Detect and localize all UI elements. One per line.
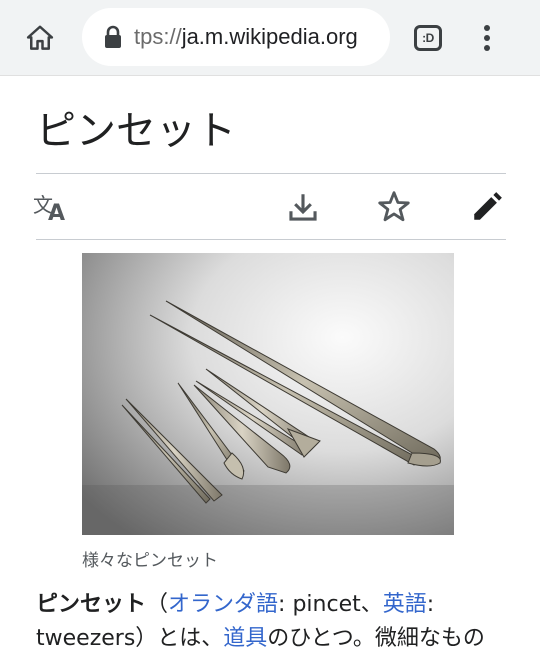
page-title: ピンセット xyxy=(36,108,236,154)
url-host: ja.m.wikipedia.org xyxy=(181,24,358,49)
translate-icon: 文 A xyxy=(33,193,65,224)
svg-text:A: A xyxy=(48,201,65,224)
watch-star-button[interactable] xyxy=(373,186,415,228)
text-dutch: : pincet、 xyxy=(278,592,383,617)
term-bold: ピンセット xyxy=(36,592,147,617)
language-button[interactable]: 文 A xyxy=(32,186,74,228)
text-rest: のひとつ。微細なもの xyxy=(267,626,485,651)
tab-switcher-button[interactable]: :D xyxy=(410,22,446,54)
link-tool[interactable]: 道具 xyxy=(223,626,267,651)
url-text: tps://ja.m.wikipedia.org xyxy=(134,24,358,50)
home-icon xyxy=(26,25,54,50)
paren-open: （ xyxy=(146,592,169,617)
tweezers-photo xyxy=(82,253,454,535)
image-caption: 様々なピンセット xyxy=(82,551,218,571)
address-bar[interactable]: tps://ja.m.wikipedia.org xyxy=(82,8,390,66)
tab-switcher-icon: :D xyxy=(414,25,442,51)
home-button[interactable] xyxy=(18,16,62,60)
article-image[interactable] xyxy=(82,253,454,535)
lock-icon xyxy=(105,25,121,48)
pencil-icon xyxy=(474,192,502,220)
text-tweezers: tweezers）とは、 xyxy=(36,626,224,651)
edit-button[interactable] xyxy=(466,186,508,228)
link-dutch[interactable]: オランダ語 xyxy=(168,592,278,617)
url-scheme: tps:// xyxy=(134,24,182,49)
more-vert-icon xyxy=(484,25,490,51)
download-button[interactable] xyxy=(282,186,324,228)
link-english[interactable]: 英語 xyxy=(383,592,427,617)
download-icon xyxy=(289,194,317,221)
page-actions-bar: 文 A xyxy=(33,178,508,236)
title-divider xyxy=(36,173,506,174)
browser-toolbar: tps://ja.m.wikipedia.org :D xyxy=(0,0,540,76)
intro-paragraph: ピンセット（オランダ語: pincet、英語: tweezers）とは、道具のひと… xyxy=(36,588,516,656)
text-english: : xyxy=(426,592,435,617)
star-outline-icon xyxy=(378,191,410,222)
actions-divider xyxy=(36,239,506,240)
overflow-menu-button[interactable] xyxy=(472,18,502,58)
